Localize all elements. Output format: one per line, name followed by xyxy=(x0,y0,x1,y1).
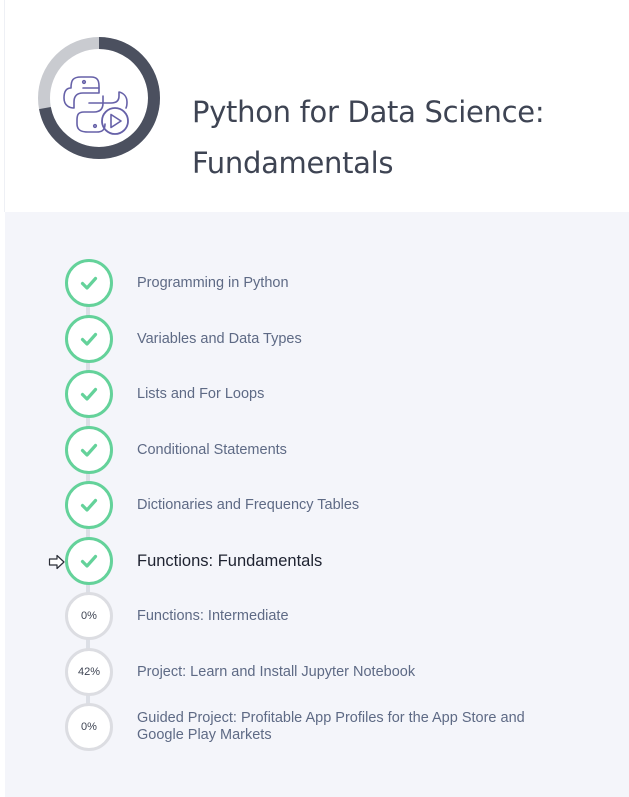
step-progress-percent: 0% xyxy=(81,610,97,622)
step-status-incomplete: 0% xyxy=(65,592,113,640)
course-title-line-2: Fundamentals xyxy=(192,146,394,181)
checkmark-icon xyxy=(80,498,98,512)
step-item[interactable]: 0% Functions: Intermediate xyxy=(0,592,629,640)
checkmark-icon xyxy=(80,443,98,457)
checkmark-icon xyxy=(80,554,98,568)
arrow-pointer-icon xyxy=(48,554,65,570)
step-label[interactable]: Variables and Data Types xyxy=(137,315,302,363)
course-title-line-1: Python for Data Science: xyxy=(192,95,545,130)
step-item[interactable]: 42% Project: Learn and Install Jupyter N… xyxy=(0,648,629,696)
step-progress-percent: 0% xyxy=(81,721,97,733)
step-item-current[interactable]: Functions: Fundamentals xyxy=(0,537,629,585)
step-status-complete xyxy=(65,315,113,363)
step-item[interactable]: Lists and For Loops xyxy=(0,370,629,418)
step-label[interactable]: Conditional Statements xyxy=(137,426,287,474)
step-status-incomplete: 42% xyxy=(65,648,113,696)
step-label[interactable]: Functions: Intermediate xyxy=(137,592,289,640)
checkmark-icon xyxy=(80,276,98,290)
step-status-incomplete: 0% xyxy=(65,703,113,751)
step-label[interactable]: Project: Learn and Install Jupyter Noteb… xyxy=(137,648,415,696)
step-status-complete xyxy=(65,259,113,307)
step-status-complete xyxy=(65,426,113,474)
step-status-complete xyxy=(65,537,113,585)
step-label[interactable]: Guided Project: Profitable App Profiles … xyxy=(137,703,557,751)
step-label[interactable]: Dictionaries and Frequency Tables xyxy=(137,481,359,529)
step-item[interactable]: Dictionaries and Frequency Tables xyxy=(0,481,629,529)
step-label[interactable]: Lists and For Loops xyxy=(137,370,264,418)
step-item[interactable]: Variables and Data Types xyxy=(0,315,629,363)
step-status-complete xyxy=(65,370,113,418)
step-item[interactable]: Conditional Statements xyxy=(0,426,629,474)
course-title: Python for Data Science: Fundamentals xyxy=(192,87,612,189)
checkmark-icon xyxy=(80,387,98,401)
step-item[interactable]: 0% Guided Project: Profitable App Profil… xyxy=(0,703,629,751)
course-page: Python for Data Science: Fundamentals Pr… xyxy=(0,0,629,797)
python-video-icon xyxy=(63,76,129,135)
step-label-current[interactable]: Functions: Fundamentals xyxy=(137,537,322,585)
step-item[interactable]: Programming in Python xyxy=(0,259,629,307)
step-label[interactable]: Programming in Python xyxy=(137,259,289,307)
checkmark-icon xyxy=(80,332,98,346)
course-progress-badge xyxy=(38,37,160,159)
step-status-complete xyxy=(65,481,113,529)
step-progress-percent: 42% xyxy=(77,666,101,678)
